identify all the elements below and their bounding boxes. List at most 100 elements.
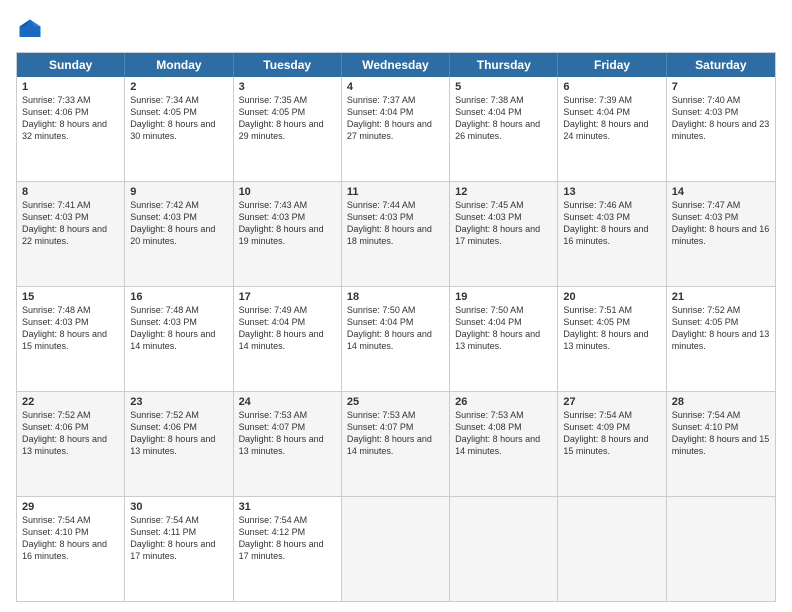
cell-info: Sunrise: 7:54 AMSunset: 4:09 PMDaylight:… (563, 410, 648, 456)
day-number: 10 (239, 186, 336, 198)
cell-info: Sunrise: 7:54 AMSunset: 4:11 PMDaylight:… (130, 515, 215, 561)
day-cell-1: 1 Sunrise: 7:33 AMSunset: 4:06 PMDayligh… (17, 77, 125, 181)
day-cell-22: 22 Sunrise: 7:52 AMSunset: 4:06 PMDaylig… (17, 392, 125, 496)
day-cell-17: 17 Sunrise: 7:49 AMSunset: 4:04 PMDaylig… (234, 287, 342, 391)
day-number: 31 (239, 501, 336, 513)
day-cell-14: 14 Sunrise: 7:47 AMSunset: 4:03 PMDaylig… (667, 182, 775, 286)
cell-info: Sunrise: 7:54 AMSunset: 4:10 PMDaylight:… (22, 515, 107, 561)
day-number: 20 (563, 291, 660, 303)
day-cell-2: 2 Sunrise: 7:34 AMSunset: 4:05 PMDayligh… (125, 77, 233, 181)
day-number: 18 (347, 291, 444, 303)
cell-info: Sunrise: 7:40 AMSunset: 4:03 PMDaylight:… (672, 95, 770, 141)
cell-info: Sunrise: 7:48 AMSunset: 4:03 PMDaylight:… (130, 305, 215, 351)
day-cell-5: 5 Sunrise: 7:38 AMSunset: 4:04 PMDayligh… (450, 77, 558, 181)
day-number: 19 (455, 291, 552, 303)
day-number: 12 (455, 186, 552, 198)
day-number: 6 (563, 81, 660, 93)
header (16, 16, 776, 44)
cell-info: Sunrise: 7:44 AMSunset: 4:03 PMDaylight:… (347, 200, 432, 246)
calendar-week-1: 1 Sunrise: 7:33 AMSunset: 4:06 PMDayligh… (17, 77, 775, 181)
day-number: 15 (22, 291, 119, 303)
calendar-week-3: 15 Sunrise: 7:48 AMSunset: 4:03 PMDaylig… (17, 286, 775, 391)
day-number: 9 (130, 186, 227, 198)
day-number: 4 (347, 81, 444, 93)
cell-info: Sunrise: 7:33 AMSunset: 4:06 PMDaylight:… (22, 95, 107, 141)
day-number: 17 (239, 291, 336, 303)
empty-cell (342, 497, 450, 601)
cell-info: Sunrise: 7:34 AMSunset: 4:05 PMDaylight:… (130, 95, 215, 141)
day-number: 1 (22, 81, 119, 93)
logo-icon (16, 16, 44, 44)
day-number: 2 (130, 81, 227, 93)
day-cell-10: 10 Sunrise: 7:43 AMSunset: 4:03 PMDaylig… (234, 182, 342, 286)
cell-info: Sunrise: 7:49 AMSunset: 4:04 PMDaylight:… (239, 305, 324, 351)
day-number: 24 (239, 396, 336, 408)
day-header-thursday: Thursday (450, 53, 558, 77)
day-cell-30: 30 Sunrise: 7:54 AMSunset: 4:11 PMDaylig… (125, 497, 233, 601)
day-number: 21 (672, 291, 770, 303)
day-number: 22 (22, 396, 119, 408)
day-number: 23 (130, 396, 227, 408)
day-header-friday: Friday (558, 53, 666, 77)
day-cell-12: 12 Sunrise: 7:45 AMSunset: 4:03 PMDaylig… (450, 182, 558, 286)
calendar-week-4: 22 Sunrise: 7:52 AMSunset: 4:06 PMDaylig… (17, 391, 775, 496)
day-number: 13 (563, 186, 660, 198)
calendar-header: SundayMondayTuesdayWednesdayThursdayFrid… (17, 53, 775, 77)
day-number: 26 (455, 396, 552, 408)
calendar-body: 1 Sunrise: 7:33 AMSunset: 4:06 PMDayligh… (17, 77, 775, 601)
day-cell-21: 21 Sunrise: 7:52 AMSunset: 4:05 PMDaylig… (667, 287, 775, 391)
day-number: 30 (130, 501, 227, 513)
cell-info: Sunrise: 7:43 AMSunset: 4:03 PMDaylight:… (239, 200, 324, 246)
day-cell-11: 11 Sunrise: 7:44 AMSunset: 4:03 PMDaylig… (342, 182, 450, 286)
cell-info: Sunrise: 7:53 AMSunset: 4:07 PMDaylight:… (239, 410, 324, 456)
day-cell-18: 18 Sunrise: 7:50 AMSunset: 4:04 PMDaylig… (342, 287, 450, 391)
calendar: SundayMondayTuesdayWednesdayThursdayFrid… (16, 52, 776, 602)
day-header-saturday: Saturday (667, 53, 775, 77)
day-cell-13: 13 Sunrise: 7:46 AMSunset: 4:03 PMDaylig… (558, 182, 666, 286)
empty-cell (558, 497, 666, 601)
empty-cell (450, 497, 558, 601)
cell-info: Sunrise: 7:50 AMSunset: 4:04 PMDaylight:… (347, 305, 432, 351)
cell-info: Sunrise: 7:35 AMSunset: 4:05 PMDaylight:… (239, 95, 324, 141)
empty-cell (667, 497, 775, 601)
cell-info: Sunrise: 7:42 AMSunset: 4:03 PMDaylight:… (130, 200, 215, 246)
day-number: 3 (239, 81, 336, 93)
cell-info: Sunrise: 7:46 AMSunset: 4:03 PMDaylight:… (563, 200, 648, 246)
day-cell-19: 19 Sunrise: 7:50 AMSunset: 4:04 PMDaylig… (450, 287, 558, 391)
day-cell-8: 8 Sunrise: 7:41 AMSunset: 4:03 PMDayligh… (17, 182, 125, 286)
day-header-monday: Monday (125, 53, 233, 77)
day-number: 7 (672, 81, 770, 93)
logo (16, 16, 48, 44)
calendar-week-2: 8 Sunrise: 7:41 AMSunset: 4:03 PMDayligh… (17, 181, 775, 286)
day-cell-31: 31 Sunrise: 7:54 AMSunset: 4:12 PMDaylig… (234, 497, 342, 601)
cell-info: Sunrise: 7:45 AMSunset: 4:03 PMDaylight:… (455, 200, 540, 246)
cell-info: Sunrise: 7:54 AMSunset: 4:10 PMDaylight:… (672, 410, 770, 456)
cell-info: Sunrise: 7:50 AMSunset: 4:04 PMDaylight:… (455, 305, 540, 351)
cell-info: Sunrise: 7:52 AMSunset: 4:05 PMDaylight:… (672, 305, 770, 351)
cell-info: Sunrise: 7:54 AMSunset: 4:12 PMDaylight:… (239, 515, 324, 561)
day-cell-23: 23 Sunrise: 7:52 AMSunset: 4:06 PMDaylig… (125, 392, 233, 496)
day-cell-20: 20 Sunrise: 7:51 AMSunset: 4:05 PMDaylig… (558, 287, 666, 391)
day-cell-26: 26 Sunrise: 7:53 AMSunset: 4:08 PMDaylig… (450, 392, 558, 496)
calendar-week-5: 29 Sunrise: 7:54 AMSunset: 4:10 PMDaylig… (17, 496, 775, 601)
day-cell-27: 27 Sunrise: 7:54 AMSunset: 4:09 PMDaylig… (558, 392, 666, 496)
day-cell-9: 9 Sunrise: 7:42 AMSunset: 4:03 PMDayligh… (125, 182, 233, 286)
cell-info: Sunrise: 7:39 AMSunset: 4:04 PMDaylight:… (563, 95, 648, 141)
day-cell-25: 25 Sunrise: 7:53 AMSunset: 4:07 PMDaylig… (342, 392, 450, 496)
day-cell-6: 6 Sunrise: 7:39 AMSunset: 4:04 PMDayligh… (558, 77, 666, 181)
day-number: 25 (347, 396, 444, 408)
day-number: 8 (22, 186, 119, 198)
cell-info: Sunrise: 7:37 AMSunset: 4:04 PMDaylight:… (347, 95, 432, 141)
cell-info: Sunrise: 7:52 AMSunset: 4:06 PMDaylight:… (22, 410, 107, 456)
day-cell-24: 24 Sunrise: 7:53 AMSunset: 4:07 PMDaylig… (234, 392, 342, 496)
cell-info: Sunrise: 7:53 AMSunset: 4:08 PMDaylight:… (455, 410, 540, 456)
day-cell-15: 15 Sunrise: 7:48 AMSunset: 4:03 PMDaylig… (17, 287, 125, 391)
day-cell-7: 7 Sunrise: 7:40 AMSunset: 4:03 PMDayligh… (667, 77, 775, 181)
day-header-tuesday: Tuesday (234, 53, 342, 77)
day-number: 28 (672, 396, 770, 408)
cell-info: Sunrise: 7:53 AMSunset: 4:07 PMDaylight:… (347, 410, 432, 456)
day-cell-16: 16 Sunrise: 7:48 AMSunset: 4:03 PMDaylig… (125, 287, 233, 391)
day-number: 5 (455, 81, 552, 93)
day-cell-4: 4 Sunrise: 7:37 AMSunset: 4:04 PMDayligh… (342, 77, 450, 181)
cell-info: Sunrise: 7:38 AMSunset: 4:04 PMDaylight:… (455, 95, 540, 141)
